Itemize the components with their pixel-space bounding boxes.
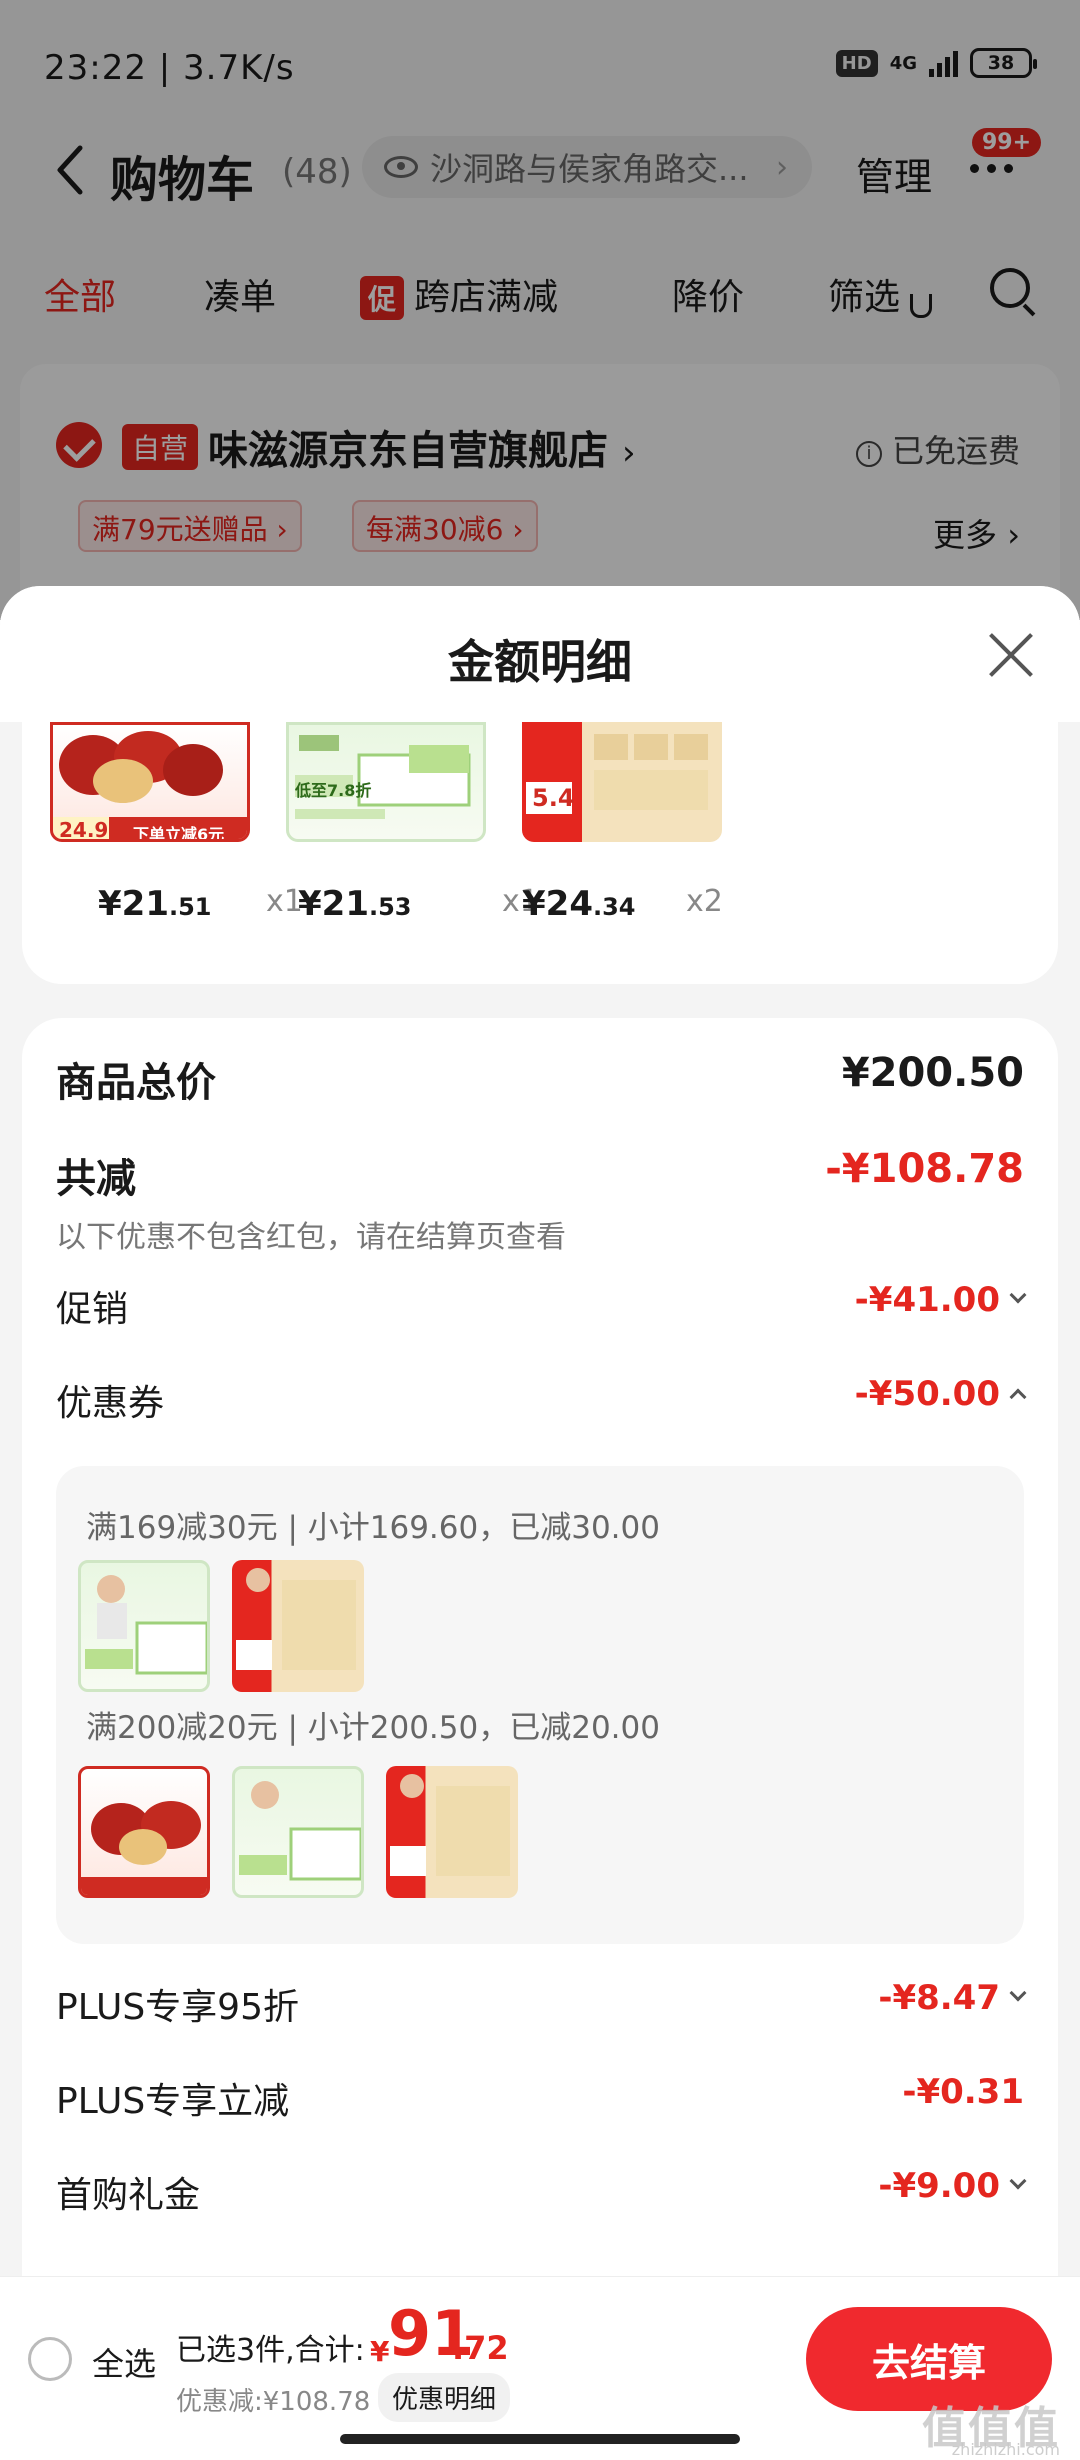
chevron-down-icon [1009, 2172, 1027, 2190]
tissue-green-image-icon [85, 1575, 207, 1675]
checkout-bar: 全选 已选3件,合计: ¥ 91 .72 优惠减:¥108.78 优惠明细 去结… [0, 2276, 1080, 2460]
price-dec: .51 [168, 893, 212, 921]
chevron-up-icon [1009, 1388, 1027, 1406]
coupon-line-2: 满200减20元 | 小计200.50，已减20.00 [86, 1710, 660, 1746]
first-gift-value-wrap: -¥9.00 [878, 2166, 1027, 2206]
amount-detail-sheet: 金额明细 24.9 下单立减6元 ¥21.51 x1 低至7.8折 ¥21.53… [0, 586, 1080, 2460]
modal-overlay[interactable] [0, 0, 1080, 620]
coupon-product-thumb [78, 1560, 210, 1692]
select-all-label[interactable]: 全选 [92, 2339, 156, 2385]
overlay-text: 下单立减6元 [133, 825, 225, 842]
chevron-down-icon [1009, 1984, 1027, 2002]
chevron-down-icon [1009, 1286, 1027, 1304]
coupon-product-thumb [232, 1560, 364, 1692]
product-price: ¥21.51 [98, 884, 212, 924]
tissue-green-image-icon [239, 1781, 361, 1881]
overlay-price: 24.9 [59, 818, 109, 842]
promo-row[interactable]: 促销 -¥41.00 [56, 1280, 1027, 1336]
product-image: 低至7.8折 [286, 722, 486, 842]
discount-note: 以下优惠不包含红包，请在结算页查看 [56, 1220, 566, 1255]
plus-reduce-value: -¥0.31 [902, 2072, 1024, 2112]
product-image: 5.4 [522, 722, 722, 842]
select-all-radio[interactable] [28, 2337, 72, 2381]
amount-summary-card: 商品总价 ¥200.50 共减 -¥108.78 以下优惠不包含红包，请在结算页… [22, 1018, 1058, 2460]
selected-summary: 已选3件,合计: [176, 2333, 365, 2368]
product-price: ¥21.53 [298, 884, 412, 924]
promo-value-wrap: -¥41.00 [854, 1280, 1027, 1320]
plus95-value: -¥8.47 [878, 1978, 1000, 2018]
price-dec: .53 [368, 893, 412, 921]
product-price: ¥24.34 [522, 884, 636, 924]
tissue-red-image-icon [526, 734, 708, 814]
dates-image-icon [81, 1801, 207, 1895]
total-reduce-label: 共减 [56, 1156, 136, 1202]
coupon-label: 优惠券 [56, 1383, 165, 1424]
watermark-sub: zhizhizhi.com [951, 2440, 1060, 2459]
total-price-value: ¥200.50 [841, 1050, 1024, 1096]
promo-label: 促销 [56, 1289, 129, 1330]
sheet-title: 金额明细 [448, 635, 632, 689]
price-int: ¥21 [298, 884, 369, 924]
coupon-row[interactable]: 优惠券 -¥50.00 [56, 1374, 1027, 1430]
sheet-header: 金额明细 [0, 586, 1080, 722]
promo-value: -¥41.00 [854, 1280, 1000, 1320]
total-yen: ¥ [370, 2335, 390, 2368]
discount-summary: 优惠减:¥108.78 [176, 2387, 371, 2417]
overlay-price: 5.4 [532, 784, 575, 812]
plus-reduce-label: PLUS专享立减 [56, 2081, 290, 2122]
selected-products-strip: 24.9 下单立减6元 ¥21.51 x1 低至7.8折 ¥21.53 x1 5… [22, 722, 1058, 984]
coupon-product-thumb [78, 1766, 210, 1898]
first-gift-value: -¥9.00 [878, 2166, 1000, 2206]
overlay-discount: 低至7.8折 [295, 781, 372, 800]
home-indicator[interactable] [340, 2434, 740, 2444]
total-price-label: 商品总价 [56, 1060, 216, 1106]
total-decimal: .72 [452, 2329, 509, 2367]
price-dec: .34 [592, 893, 636, 921]
plus95-value-wrap: -¥8.47 [878, 1978, 1027, 2018]
discount-detail-button[interactable]: 优惠明细 [378, 2373, 511, 2422]
coupon-detail-box: 满169减30元 | 小计169.60，已减30.00 满200减20元 | 小… [56, 1466, 1024, 1944]
total-reduce-row: 共减 -¥108.78 [56, 1146, 1024, 1206]
tissue-red-image-icon [236, 1568, 356, 1670]
coupon-value-wrap: -¥50.00 [854, 1374, 1027, 1414]
first-gift-label: 首购礼金 [56, 2175, 201, 2216]
plus-reduce-row: PLUS专享立减 -¥0.31 [56, 2072, 1024, 2128]
product-image: 24.9 下单立减6元 [50, 722, 250, 842]
tissue-red-image-icon [390, 1774, 510, 1876]
plus95-label: PLUS专享95折 [56, 1987, 299, 2028]
product-qty: x2 [686, 884, 723, 919]
coupon-line-1: 满169减30元 | 小计169.60，已减30.00 [86, 1510, 660, 1546]
first-gift-row[interactable]: 首购礼金 -¥9.00 [56, 2166, 1027, 2222]
total-reduce-value: -¥108.78 [825, 1146, 1024, 1192]
total-price-row: 商品总价 ¥200.50 [56, 1050, 1024, 1110]
coupon-value: -¥50.00 [854, 1374, 1000, 1414]
coupon-product-thumb [232, 1766, 364, 1898]
close-icon[interactable] [986, 630, 1036, 680]
price-int: ¥24 [522, 884, 593, 924]
price-int: ¥21 [98, 884, 169, 924]
coupon-product-thumb [386, 1766, 518, 1898]
plus95-row[interactable]: PLUS专享95折 -¥8.47 [56, 1978, 1027, 2034]
